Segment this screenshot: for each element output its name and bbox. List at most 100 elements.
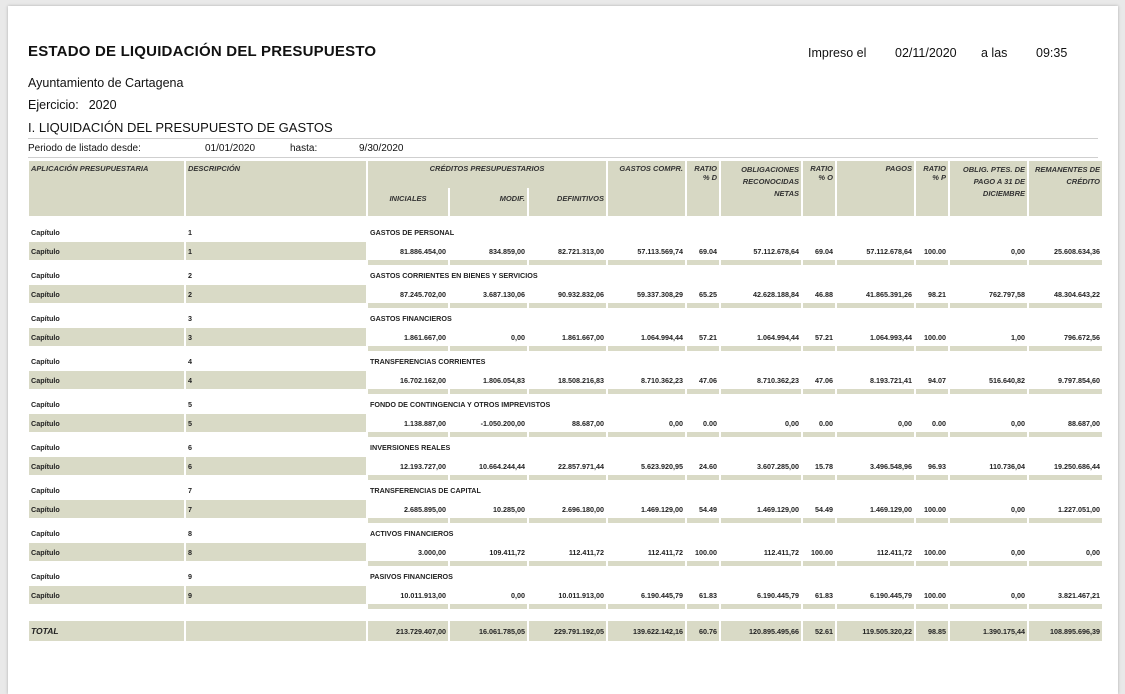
value-definitivos: 18.508.216,83 (529, 371, 606, 389)
value-remanentes: 0,00 (1029, 543, 1102, 561)
col-gastos: GASTOS COMPR. (608, 161, 685, 216)
col-descripcion: DESCRIPCIÓN (186, 161, 366, 216)
chapter-label: Capítulo (29, 328, 184, 346)
value-obligaciones: 1.469.129,00 (721, 500, 801, 518)
report-sheet: ESTADO DE LIQUIDACIÓN DEL PRESUPUESTO Im… (8, 6, 1118, 694)
chapter-number: 6 (186, 437, 366, 457)
value-gastos: 8.710.362,23 (608, 371, 685, 389)
budget-table: APLICACIÓN PRESUPUESTARIA DESCRIPCIÓN CR… (27, 161, 1104, 641)
chapter-name: TRANSFERENCIAS DE CAPITAL (368, 480, 1102, 500)
value-ratio_p: 100.00 (916, 328, 948, 346)
value-ratio_d: 47.06 (687, 371, 719, 389)
value-gastos: 112.411,72 (608, 543, 685, 561)
chapter-label: Capítulo (29, 414, 184, 432)
chapter-label: Capítulo (29, 222, 184, 242)
value-ratio_p: 94.07 (916, 371, 948, 389)
value-ratio_o: 57.21 (803, 328, 835, 346)
chapter-label: Capítulo (29, 480, 184, 500)
value-ratio_o: 100.00 (803, 543, 835, 561)
chapter-values-row: Capítulo 6 12.193.727,00 10.664.244,44 22.85… (29, 457, 1102, 475)
value-modif: 3.687.130,06 (450, 285, 527, 303)
chapter-label: Capítulo (29, 351, 184, 371)
value-ratio_p: 100.00 (916, 586, 948, 604)
chapter-label: Capítulo (29, 394, 184, 414)
chapter-values-row: Capítulo 4 16.702.162,00 1.806.054,83 18.508… (29, 371, 1102, 389)
chapter-label: Capítulo (29, 457, 184, 475)
value-definitivos: 2.696.180,00 (529, 500, 606, 518)
value-ratio_d: 0.00 (687, 414, 719, 432)
value-remanentes: 88.687,00 (1029, 414, 1102, 432)
value-iniciales: 16.702.162,00 (368, 371, 448, 389)
value-pagos: 1.064.993,44 (837, 328, 914, 346)
exercise-label: Ejercicio: (28, 98, 79, 112)
value-gastos: 5.623.920,95 (608, 457, 685, 475)
chapter-label: Capítulo (29, 308, 184, 328)
value-iniciales: 12.193.727,00 (368, 457, 448, 475)
chapter-label: Capítulo (29, 265, 184, 285)
printed-label: Impreso el (808, 46, 867, 60)
total-ratio_p: 98.85 (916, 621, 948, 641)
chapter-name: PASIVOS FINANCIEROS (368, 566, 1102, 586)
chapter-name: TRANSFERENCIAS CORRIENTES (368, 351, 1102, 371)
total-obligaciones: 120.895.495,66 (721, 621, 801, 641)
value-pagos: 57.112.678,64 (837, 242, 914, 260)
col-ratio-d: RATIO % D (687, 161, 719, 216)
chapter-number: 8 (186, 543, 366, 561)
value-remanentes: 25.608.634,36 (1029, 242, 1102, 260)
value-ptes: 0,00 (950, 500, 1027, 518)
value-iniciales: 1.138.887,00 (368, 414, 448, 432)
value-modif: 0,00 (450, 586, 527, 604)
divider (28, 157, 1098, 158)
value-ratio_d: 100.00 (687, 543, 719, 561)
total-blank (186, 621, 366, 641)
col-creditos: CRÉDITOS PRESUPUESTARIOS (368, 161, 606, 188)
value-pagos: 0,00 (837, 414, 914, 432)
total-modif: 16.061.785,05 (450, 621, 527, 641)
chapter-label: Capítulo (29, 523, 184, 543)
value-ptes: 516.640,82 (950, 371, 1027, 389)
value-remanentes: 1.227.051,00 (1029, 500, 1102, 518)
period-to: 9/30/2020 (359, 143, 404, 154)
chapter-label: Capítulo (29, 500, 184, 518)
col-iniciales: INICIALES (368, 188, 448, 216)
chapter-title-row: Capítulo 6 INVERSIONES REALES (29, 437, 1102, 457)
value-obligaciones: 57.112.678,64 (721, 242, 801, 260)
value-obligaciones: 0,00 (721, 414, 801, 432)
value-ratio_d: 61.83 (687, 586, 719, 604)
value-ratio_p: 100.00 (916, 242, 948, 260)
value-definitivos: 82.721.313,00 (529, 242, 606, 260)
total-definitivos: 229.791.192,05 (529, 621, 606, 641)
value-gastos: 0,00 (608, 414, 685, 432)
value-modif: 10.664.244,44 (450, 457, 527, 475)
total-remanentes: 108.895.696,39 (1029, 621, 1102, 641)
value-pagos: 6.190.445,79 (837, 586, 914, 604)
value-definitivos: 88.687,00 (529, 414, 606, 432)
value-obligaciones: 1.064.994,44 (721, 328, 801, 346)
chapter-number: 3 (186, 308, 366, 328)
value-ratio_p: 96.93 (916, 457, 948, 475)
chapter-label: Capítulo (29, 543, 184, 561)
chapter-number: 2 (186, 285, 366, 303)
chapter-label: Capítulo (29, 566, 184, 586)
value-definitivos: 22.857.971,44 (529, 457, 606, 475)
chapter-name: GASTOS FINANCIEROS (368, 308, 1102, 328)
table-body: APLICACIÓN PRESUPUESTARIA DESCRIPCIÓN CR… (29, 161, 1102, 641)
value-iniciales: 2.685.895,00 (368, 500, 448, 518)
value-pagos: 8.193.721,41 (837, 371, 914, 389)
chapter-label: Capítulo (29, 586, 184, 604)
period-from: 01/01/2020 (205, 143, 256, 154)
value-remanentes: 3.821.467,21 (1029, 586, 1102, 604)
chapter-number: 1 (186, 242, 366, 260)
chapter-label: Capítulo (29, 242, 184, 260)
value-iniciales: 81.886.454,00 (368, 242, 448, 260)
value-definitivos: 10.011.913,00 (529, 586, 606, 604)
value-remanentes: 19.250.686,44 (1029, 457, 1102, 475)
chapter-title-row: Capítulo 7 TRANSFERENCIAS DE CAPITAL (29, 480, 1102, 500)
chapter-number: 9 (186, 566, 366, 586)
value-modif: 10.285,00 (450, 500, 527, 518)
col-aplicacion: APLICACIÓN PRESUPUESTARIA (29, 161, 184, 216)
chapter-title-row: Capítulo 9 PASIVOS FINANCIEROS (29, 566, 1102, 586)
value-gastos: 57.113.569,74 (608, 242, 685, 260)
value-ptes: 110.736,04 (950, 457, 1027, 475)
value-ratio_p: 98.21 (916, 285, 948, 303)
